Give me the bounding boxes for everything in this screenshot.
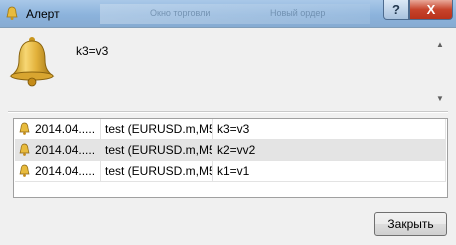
window-close-button[interactable]: X xyxy=(409,0,453,20)
scroll-down-icon[interactable]: ▼ xyxy=(436,94,444,103)
close-button[interactable]: Закрыть xyxy=(374,212,447,236)
message-scrollbar[interactable]: ▲ ▼ xyxy=(432,40,448,104)
alert-window: Окно торговли Новый ордер Алерт ? X k3=v… xyxy=(0,0,456,245)
alert-row[interactable]: 2014.04..... test (EURUSD.m,M5) k1=v1 xyxy=(15,161,446,182)
alerts-list[interactable]: 2014.04..... test (EURUSD.m,M5) k3=v3 20… xyxy=(13,118,448,198)
background-item-trade: Окно торговли xyxy=(150,8,211,18)
alert-source: test (EURUSD.m,M5) xyxy=(101,119,213,139)
bell-icon xyxy=(9,37,55,87)
alert-time: 2014.04..... xyxy=(15,161,101,181)
window-title: Алерт xyxy=(26,7,60,21)
alert-time: 2014.04..... xyxy=(15,119,101,139)
alert-message: k3=v3 xyxy=(213,119,446,139)
scroll-up-icon[interactable]: ▲ xyxy=(436,40,444,49)
alert-time: 2014.04..... xyxy=(15,140,101,160)
title-bar[interactable]: Окно торговли Новый ордер Алерт ? X xyxy=(0,0,456,28)
alert-source: test (EURUSD.m,M5) xyxy=(101,140,213,160)
alert-message: k1=v1 xyxy=(213,161,446,181)
alert-message: k2=vv2 xyxy=(213,140,446,160)
alert-app-icon xyxy=(6,6,18,20)
alert-row[interactable]: 2014.04..... test (EURUSD.m,M5) k3=v3 xyxy=(15,119,446,140)
alert-row[interactable]: 2014.04..... test (EURUSD.m,M5) k2=vv2 xyxy=(15,140,446,161)
background-item-order: Новый ордер xyxy=(270,8,326,18)
alert-message-text: k3=v3 xyxy=(76,44,109,58)
help-button[interactable]: ? xyxy=(383,0,409,20)
divider xyxy=(8,111,448,113)
background-toolbar xyxy=(100,4,370,24)
alert-source: test (EURUSD.m,M5) xyxy=(101,161,213,181)
